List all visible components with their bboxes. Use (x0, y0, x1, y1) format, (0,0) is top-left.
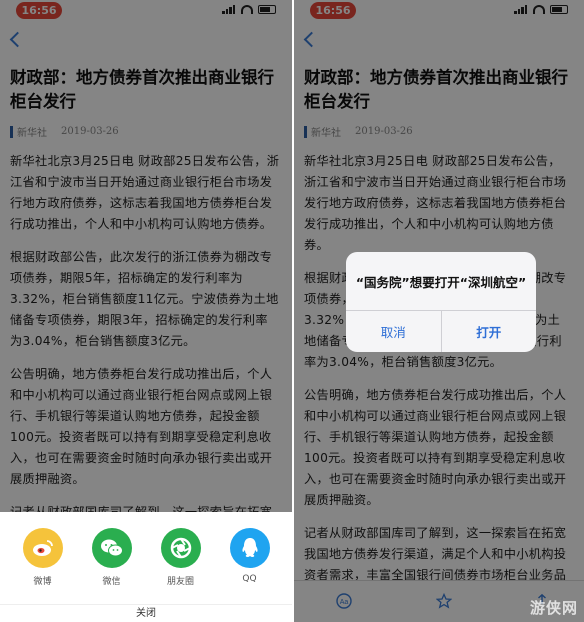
share-wechat[interactable]: 微信 (86, 528, 138, 587)
alert-actions: 取消 打开 (346, 310, 536, 352)
weibo-icon (22, 528, 63, 568)
open-app-alert: “国务院”想要打开“深圳航空” 取消 打开 (346, 252, 536, 352)
right-screen: 16:56 财政部：地方债券首次推出商业银行柜台发行 新华社 2019-03-2… (292, 0, 584, 622)
share-weibo[interactable]: 微博 (17, 528, 69, 587)
share-label: 微博 (33, 577, 52, 587)
wechat-icon (91, 528, 132, 568)
share-qq[interactable]: QQ (224, 528, 276, 587)
share-moments[interactable]: 朋友圈 (155, 528, 207, 587)
share-row: 微博 微信 朋友圈 QQ (0, 512, 292, 587)
cancel-button[interactable]: 取消 (346, 311, 441, 352)
share-label: 朋友圈 (166, 577, 194, 587)
share-label: 微信 (102, 577, 121, 587)
share-label: QQ (242, 574, 257, 584)
moments-icon (160, 528, 201, 568)
alert-message: “国务院”想要打开“深圳航空” (355, 274, 527, 290)
close-button[interactable]: 关闭 (0, 604, 292, 622)
open-button[interactable]: 打开 (440, 311, 537, 352)
left-screen: 16:56 财政部：地方债券首次推出商业银行柜台发行 新华社 2019-03-2… (0, 0, 292, 622)
share-sheet: 微博 微信 朋友圈 QQ 关闭 (0, 512, 292, 622)
qq-icon (229, 528, 270, 568)
watermark: 游侠网 (529, 599, 578, 617)
